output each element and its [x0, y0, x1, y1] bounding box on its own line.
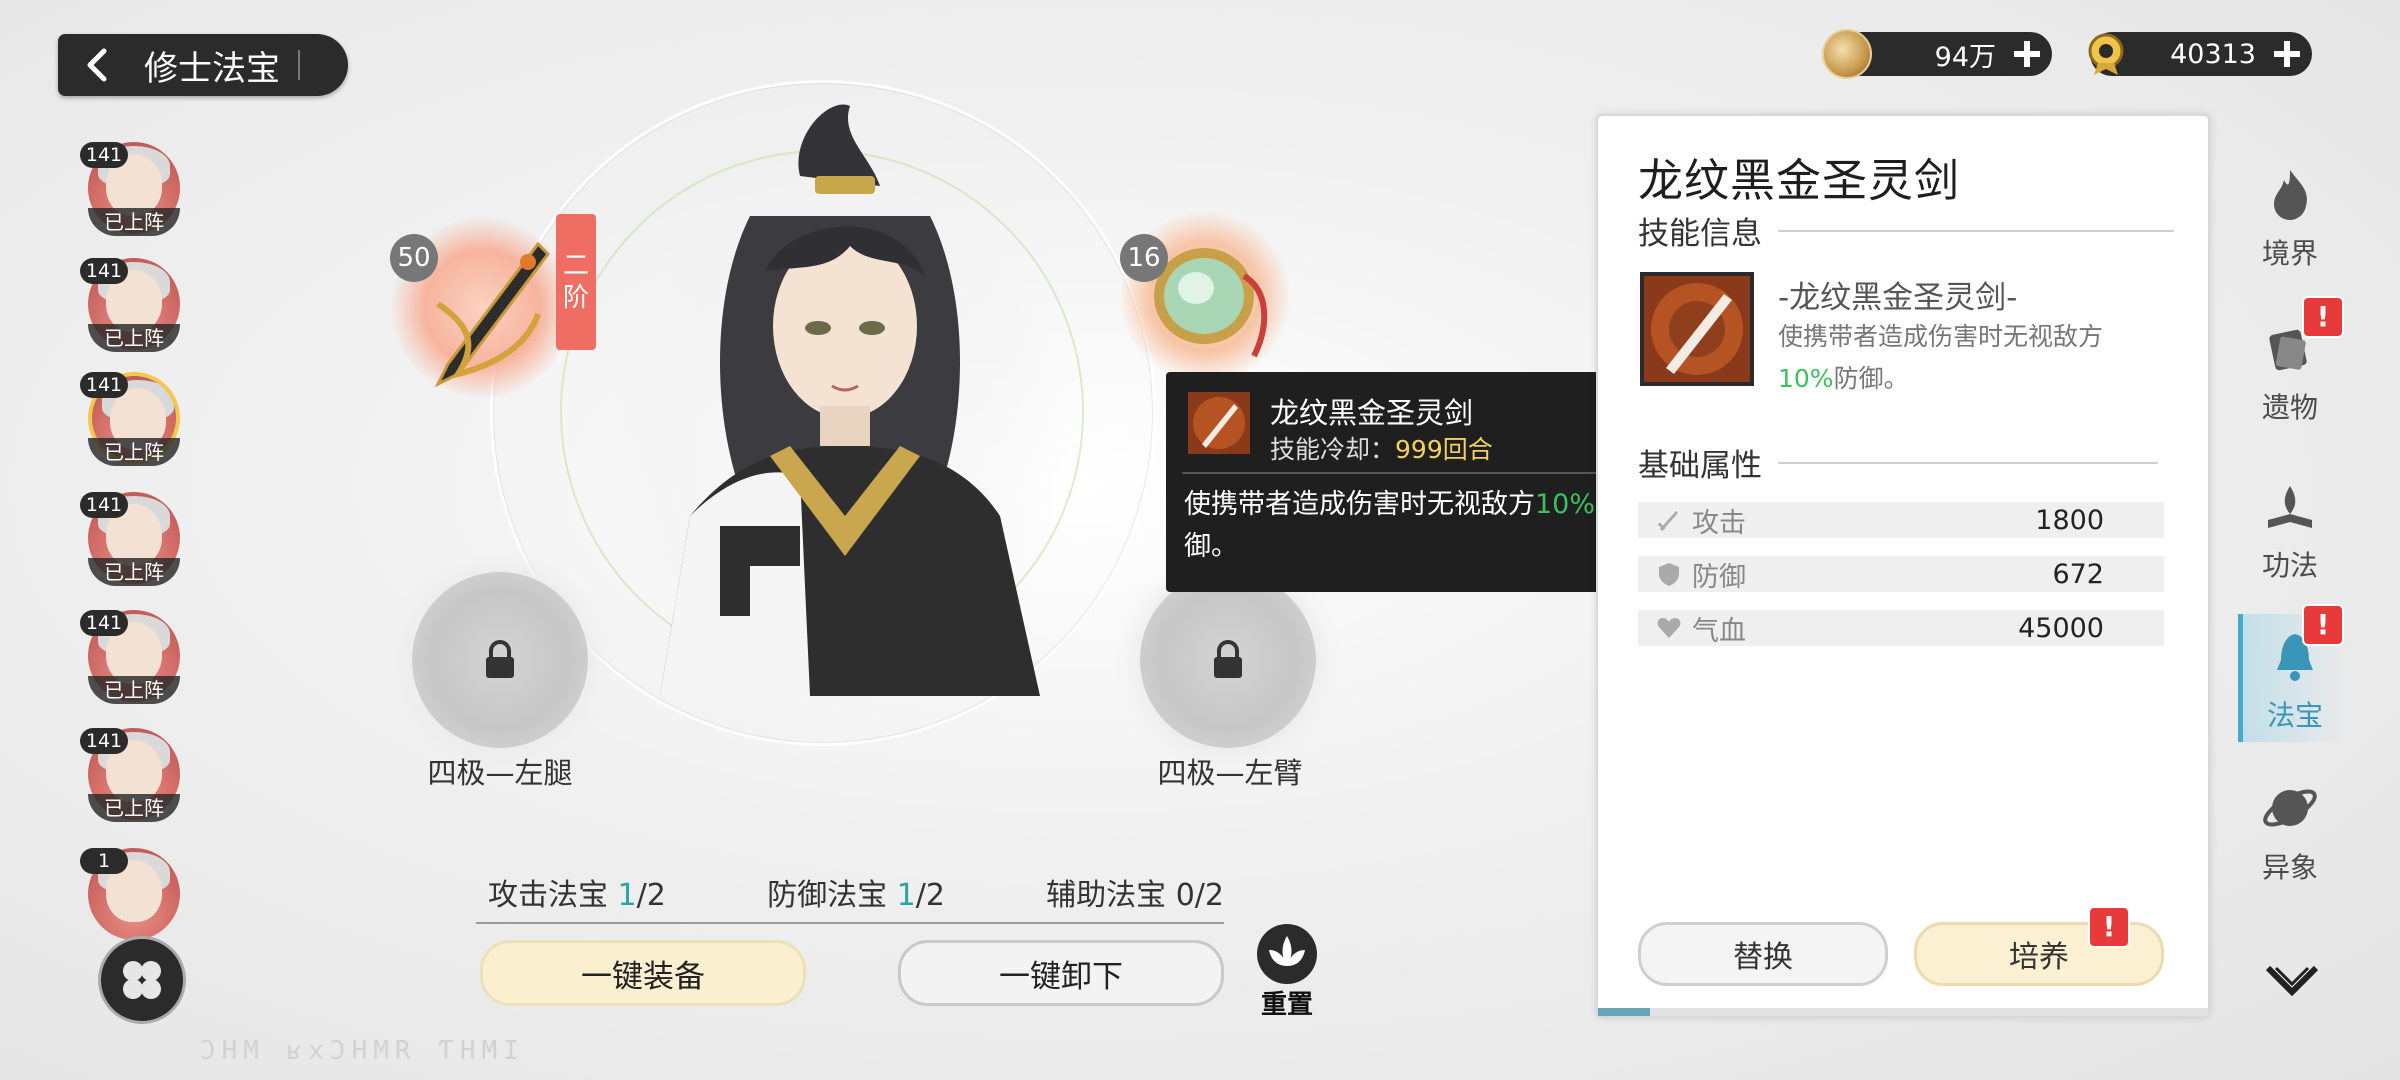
nav-label: 功法 — [2261, 549, 2318, 582]
tooltip-divider — [1182, 472, 1636, 474]
nav-label: 境界 — [2261, 237, 2318, 270]
attr-section-header: 基础属性 — [1638, 440, 2158, 485]
locked-slot-left-arm[interactable] — [1140, 572, 1316, 748]
character-level: 141 — [80, 372, 128, 398]
tooltip-skill-name: 龙纹黑金圣灵剑 — [1270, 396, 1474, 430]
nav-item[interactable]: 异象 — [2238, 766, 2342, 894]
slot-name-left-arm: 四极—左臂 — [1157, 756, 1303, 790]
skill-name: -龙纹黑金圣灵剑- — [1778, 280, 2018, 316]
clover-menu-icon — [123, 961, 161, 999]
footer-rune-text: ƆHM ʁxƆHMR ƬHMI — [200, 1036, 525, 1066]
nav-label: 法宝 — [2266, 699, 2323, 732]
nav-item[interactable]: 功法 — [2238, 464, 2342, 592]
reset-button[interactable]: 重置 — [1252, 922, 1322, 1020]
page-title: 修士法宝 — [144, 48, 280, 89]
character-level: 141 — [80, 728, 128, 754]
deployed-status: 已上阵 — [88, 794, 180, 822]
gold-amount: 94万 — [1934, 41, 1996, 73]
category-support: 辅助法宝 0/2 — [1046, 878, 1224, 913]
roster-item[interactable]: 141 已上阵 — [80, 142, 180, 246]
category-defense: 防御法宝 1/2 — [767, 878, 945, 913]
deployed-status: 已上阵 — [88, 324, 180, 352]
chevron-down-icon[interactable] — [2262, 960, 2322, 1000]
gold-currency: 94万 — [1822, 29, 2052, 79]
grade-badge: 二阶 — [556, 214, 596, 350]
title-divider — [298, 50, 300, 80]
panel-scrollbar[interactable] — [1598, 1008, 2208, 1016]
spirit-stone-icon — [2088, 33, 2124, 75]
equip-all-button[interactable]: 一键装备 — [480, 940, 806, 1006]
scroll-thumb[interactable] — [1598, 1008, 1650, 1016]
tooltip-cooldown: 技能冷却：999回合 — [1270, 435, 1493, 464]
character-level: 141 — [80, 142, 128, 168]
locked-slot-left-leg[interactable] — [412, 572, 588, 748]
treasure-detail-panel: 龙纹黑金圣灵剑 技能信息 -龙纹黑金圣灵剑- 使携带者造成伤害时无视敌方 10%防… — [1596, 114, 2210, 1018]
stat-attack: 攻击 1800 — [1638, 502, 2164, 539]
technique-book-icon — [2268, 486, 2312, 528]
roster-item[interactable]: 141 已上阵 — [80, 610, 180, 714]
sword-icon — [1657, 511, 1678, 531]
skill-icon — [1188, 392, 1250, 454]
category-divider — [476, 922, 1224, 924]
treasure-name: 龙纹黑金圣灵剑 — [1638, 154, 1961, 207]
stat-hp: 气血 45000 — [1638, 610, 2164, 647]
add-spirit-icon[interactable] — [2270, 37, 2304, 71]
menu-button[interactable] — [98, 936, 186, 1024]
nav-label: 异象 — [2261, 851, 2318, 884]
replace-button[interactable]: 替换 — [1638, 922, 1888, 986]
spirit-amount: 40313 — [2170, 38, 2256, 70]
character-level: 141 — [80, 610, 128, 636]
nav-item[interactable]: 境界 — [2238, 152, 2342, 280]
roster-item[interactable]: 141 已上阵 — [80, 372, 180, 476]
category-attack: 攻击法宝 1/2 — [488, 878, 666, 913]
tooltip-description: 使携带者造成伤害时无视敌方10%防御。 — [1184, 489, 1622, 562]
cultivator-portrait[interactable] — [600, 96, 1080, 696]
alert-badge: ! — [2088, 906, 2130, 948]
add-gold-icon[interactable] — [2010, 37, 2044, 71]
vision-orb-icon — [2263, 789, 2317, 827]
spirit-currency: 40313 — [2088, 32, 2312, 76]
character-level: 141 — [80, 492, 128, 518]
heart-icon — [1657, 618, 1681, 638]
roster-item[interactable]: 141 已上阵 — [80, 492, 180, 596]
nav-label: 遗物 — [2261, 391, 2318, 424]
lock-icon — [1214, 640, 1242, 678]
deployed-status: 已上阵 — [88, 676, 180, 704]
skill-description: 使携带者造成伤害时无视敌方 10%防御。 — [1778, 322, 2104, 393]
back-arrow-icon[interactable] — [78, 45, 118, 85]
lock-icon — [486, 640, 514, 678]
deployed-status: 已上阵 — [88, 208, 180, 236]
realm-flame-icon — [2274, 170, 2307, 220]
page-title-bar: 修士法宝 — [58, 34, 348, 96]
shield-icon — [1659, 563, 1679, 586]
roster-item[interactable]: 141 已上阵 — [80, 258, 180, 362]
character-level: 141 — [80, 258, 128, 284]
roster-item[interactable]: 1 — [80, 848, 180, 952]
skill-icon — [1640, 272, 1754, 386]
treasure-category-counts: 攻击法宝 1/2 防御法宝 1/2 辅助法宝 0/2 — [488, 870, 1224, 914]
slot-level: 50 — [390, 234, 438, 282]
skill-tooltip: 龙纹黑金圣灵剑 技能冷却：999回合 使携带者造成伤害时无视敌方10%防御。 — [1166, 372, 1652, 592]
stat-defense: 防御 672 — [1638, 556, 2164, 593]
unload-all-button[interactable]: 一键卸下 — [898, 940, 1224, 1006]
deployed-status: 已上阵 — [88, 558, 180, 586]
alert-badge: ! — [2302, 296, 2344, 338]
reset-label: 重置 — [1260, 990, 1313, 1020]
deployed-status: 已上阵 — [88, 438, 180, 466]
character-level: 1 — [80, 848, 128, 874]
slot-level: 16 — [1120, 234, 1168, 282]
roster-item[interactable]: 141 已上阵 — [80, 728, 180, 832]
alert-badge: ! — [2302, 604, 2344, 646]
lotus-reset-icon — [1257, 924, 1317, 984]
gold-coin-icon — [1822, 29, 1872, 79]
skill-section-header: 技能信息 — [1638, 208, 2174, 253]
slot-name-left-leg: 四极—左腿 — [427, 756, 573, 790]
